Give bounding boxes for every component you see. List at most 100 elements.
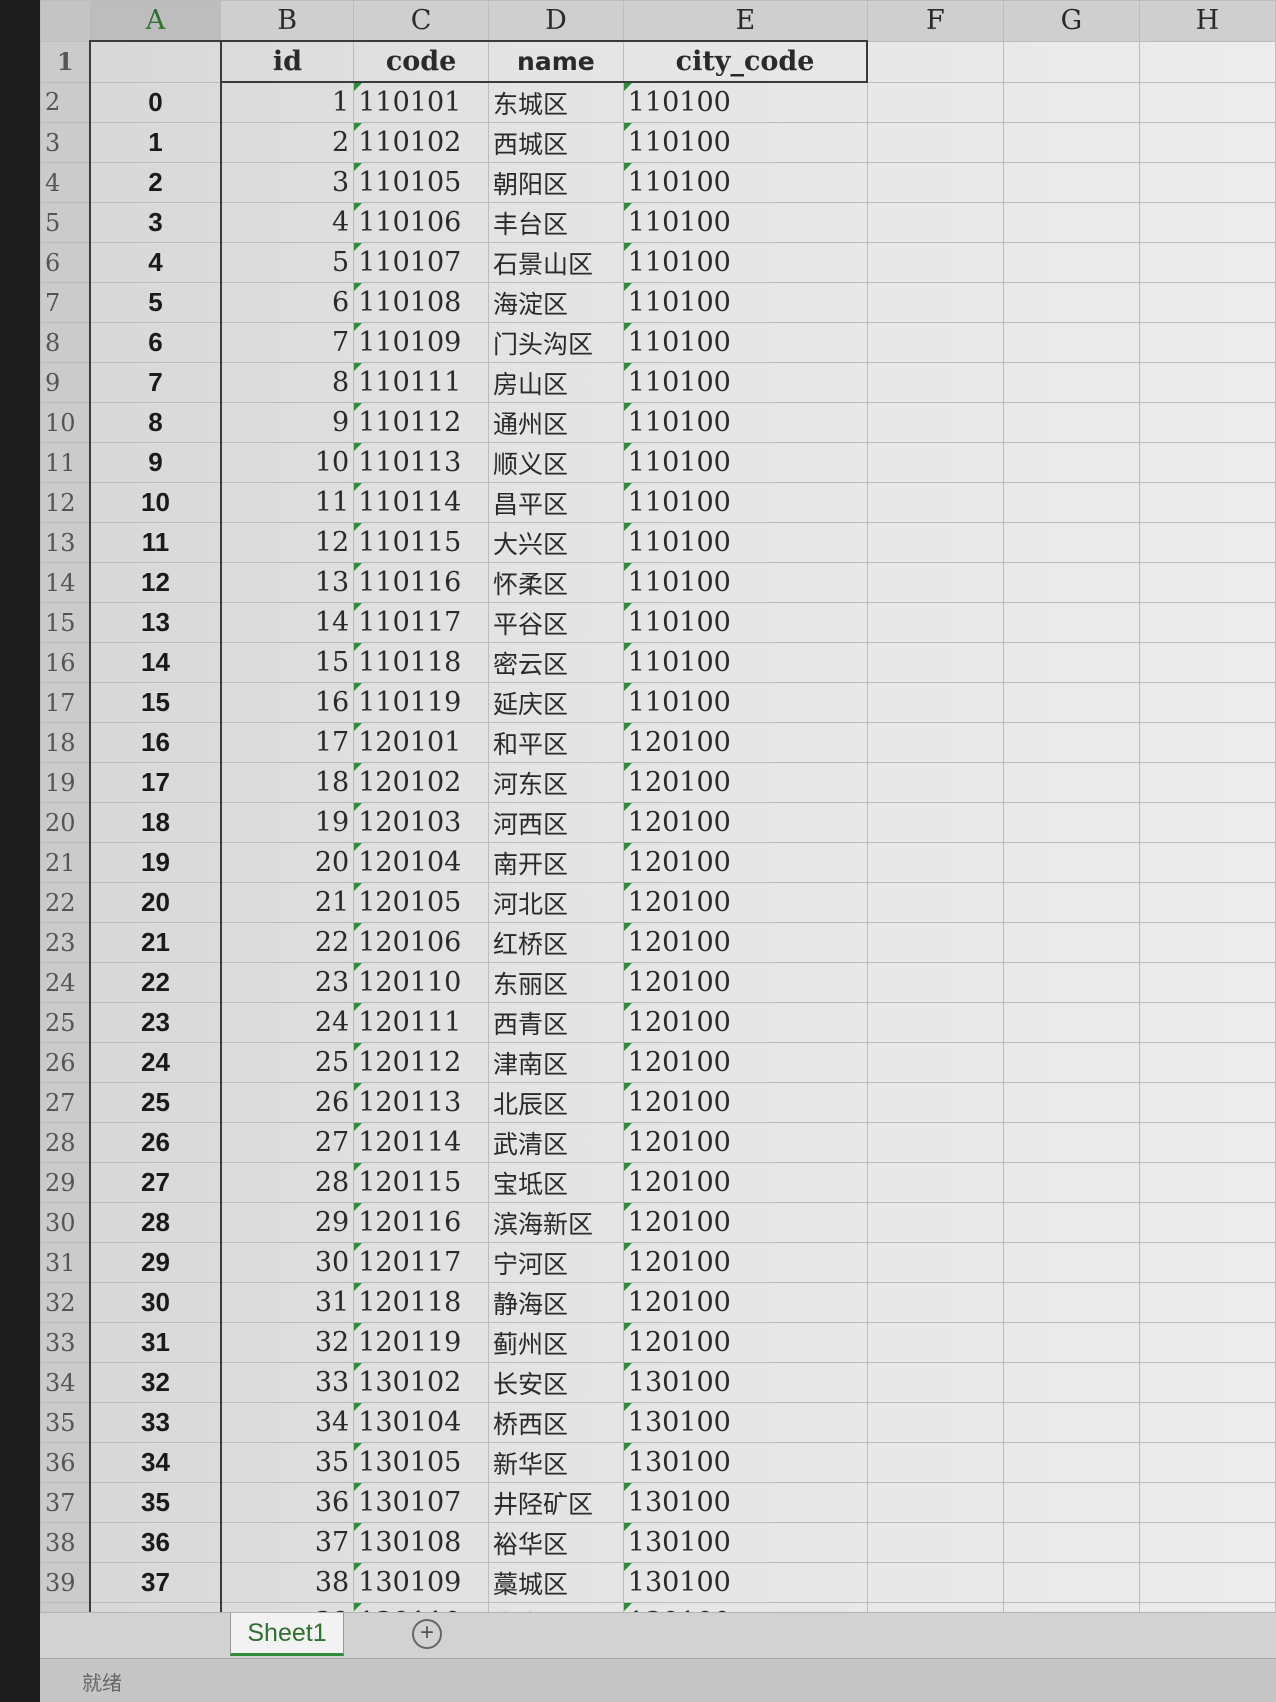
cell-index[interactable]: 32 [89, 1362, 222, 1403]
cell-code[interactable]: 130105 [353, 1442, 490, 1483]
cell-name[interactable]: 海淀区 [488, 282, 624, 323]
empty-cell[interactable] [866, 1482, 1004, 1523]
column-header-c[interactable]: C [353, 0, 490, 42]
cell-index[interactable]: 9 [89, 442, 222, 483]
empty-cell[interactable] [1138, 1002, 1276, 1043]
cell-code[interactable]: 130108 [353, 1522, 490, 1563]
cell-index[interactable]: 35 [89, 1482, 222, 1523]
empty-cell[interactable] [866, 722, 1004, 763]
cell-index[interactable]: 25 [89, 1082, 222, 1123]
empty-cell[interactable] [866, 40, 1004, 83]
cell-name[interactable]: 裕华区 [488, 1522, 624, 1563]
empty-cell[interactable] [1002, 202, 1140, 243]
cell-city-code[interactable]: 130100 [622, 1562, 868, 1603]
cell-name[interactable]: 顺义区 [488, 442, 624, 483]
empty-cell[interactable] [1002, 1282, 1140, 1323]
cell-city-code[interactable]: 110100 [622, 282, 868, 323]
row-number[interactable]: 4 [40, 162, 91, 203]
cell-index[interactable]: 21 [89, 922, 222, 963]
cell-index[interactable]: 27 [89, 1162, 222, 1203]
empty-cell[interactable] [866, 1402, 1004, 1443]
cell-city-code[interactable]: 120100 [622, 722, 868, 763]
cell-name[interactable]: 大兴区 [488, 522, 624, 563]
empty-cell[interactable] [866, 242, 1004, 283]
cell-city-code[interactable]: 120100 [622, 762, 868, 803]
cell-id[interactable]: 5 [220, 242, 355, 283]
cell-name[interactable]: 长安区 [488, 1362, 624, 1403]
cell-city-code[interactable]: 110100 [622, 362, 868, 403]
empty-cell[interactable] [1138, 1082, 1276, 1123]
cell-city-code[interactable]: 110100 [622, 202, 868, 243]
cell-index[interactable]: 16 [89, 722, 222, 763]
cell-index[interactable]: 8 [89, 402, 222, 443]
empty-cell[interactable] [1138, 682, 1276, 723]
cell-code[interactable]: 110115 [353, 522, 490, 563]
cell-city-code[interactable]: 130100 [622, 1402, 868, 1443]
empty-cell[interactable] [1138, 1482, 1276, 1523]
empty-cell[interactable] [866, 842, 1004, 883]
empty-cell[interactable] [1138, 922, 1276, 963]
cell-city-code[interactable]: 120100 [622, 1202, 868, 1243]
empty-cell[interactable] [866, 1002, 1004, 1043]
cell-city-code[interactable]: 110100 [622, 682, 868, 723]
cell-city-code[interactable]: 110100 [622, 562, 868, 603]
cell-code[interactable]: 110114 [353, 482, 490, 523]
cell-a-header[interactable] [89, 40, 222, 83]
cell-id[interactable]: 9 [220, 402, 355, 443]
cell-id[interactable]: 31 [220, 1282, 355, 1323]
empty-cell[interactable] [1002, 282, 1140, 323]
cell-id[interactable]: 33 [220, 1362, 355, 1403]
empty-cell[interactable] [866, 1122, 1004, 1163]
cell-code[interactable]: 110116 [353, 562, 490, 603]
empty-cell[interactable] [1138, 322, 1276, 363]
empty-cell[interactable] [1138, 1562, 1276, 1603]
row-number[interactable]: 1 [40, 40, 91, 83]
empty-cell[interactable] [1138, 802, 1276, 843]
cell-city-code-header[interactable]: city_code [622, 40, 869, 83]
cell-name[interactable]: 和平区 [488, 722, 624, 763]
cell-name[interactable]: 桥西区 [488, 1402, 624, 1443]
row-number[interactable]: 27 [40, 1082, 91, 1123]
cell-index[interactable]: 5 [89, 282, 222, 323]
cell-city-code[interactable]: 120100 [622, 842, 868, 883]
empty-cell[interactable] [1138, 442, 1276, 483]
empty-cell[interactable] [866, 1162, 1004, 1203]
cell-code[interactable]: 110119 [353, 682, 490, 723]
cell-id[interactable]: 17 [220, 722, 355, 763]
cell-id[interactable]: 8 [220, 362, 355, 403]
row-number[interactable]: 39 [40, 1562, 91, 1603]
empty-cell[interactable] [1138, 162, 1276, 203]
cell-name[interactable]: 蓟州区 [488, 1322, 624, 1363]
row-number[interactable]: 19 [40, 762, 91, 803]
cell-index[interactable]: 7 [89, 362, 222, 403]
empty-cell[interactable] [866, 1362, 1004, 1403]
row-number[interactable]: 26 [40, 1042, 91, 1083]
empty-cell[interactable] [1002, 402, 1140, 443]
empty-cell[interactable] [1138, 122, 1276, 163]
cell-index[interactable]: 4 [89, 242, 222, 283]
cell-id[interactable]: 10 [220, 442, 355, 483]
empty-cell[interactable] [1138, 882, 1276, 923]
empty-cell[interactable] [1138, 1202, 1276, 1243]
empty-cell[interactable] [1002, 802, 1140, 843]
empty-cell[interactable] [866, 802, 1004, 843]
cell-name[interactable]: 东丽区 [488, 962, 624, 1003]
empty-cell[interactable] [1002, 682, 1140, 723]
cell-code[interactable]: 120101 [353, 722, 490, 763]
cell-index[interactable]: 28 [89, 1202, 222, 1243]
row-number[interactable]: 21 [40, 842, 91, 883]
empty-cell[interactable] [1002, 1322, 1140, 1363]
cell-code[interactable]: 110108 [353, 282, 490, 323]
cell-index[interactable]: 24 [89, 1042, 222, 1083]
cell-name[interactable]: 西青区 [488, 1002, 624, 1043]
column-header-b[interactable]: B [220, 0, 355, 42]
empty-cell[interactable] [1002, 322, 1140, 363]
empty-cell[interactable] [1002, 1442, 1140, 1483]
row-number[interactable]: 38 [40, 1522, 91, 1563]
row-number[interactable]: 7 [40, 282, 91, 323]
cell-name[interactable]: 津南区 [488, 1042, 624, 1083]
cell-id[interactable]: 4 [220, 202, 355, 243]
row-number[interactable]: 29 [40, 1162, 91, 1203]
cell-index[interactable]: 31 [89, 1322, 222, 1363]
cell-id[interactable]: 1 [220, 81, 355, 123]
